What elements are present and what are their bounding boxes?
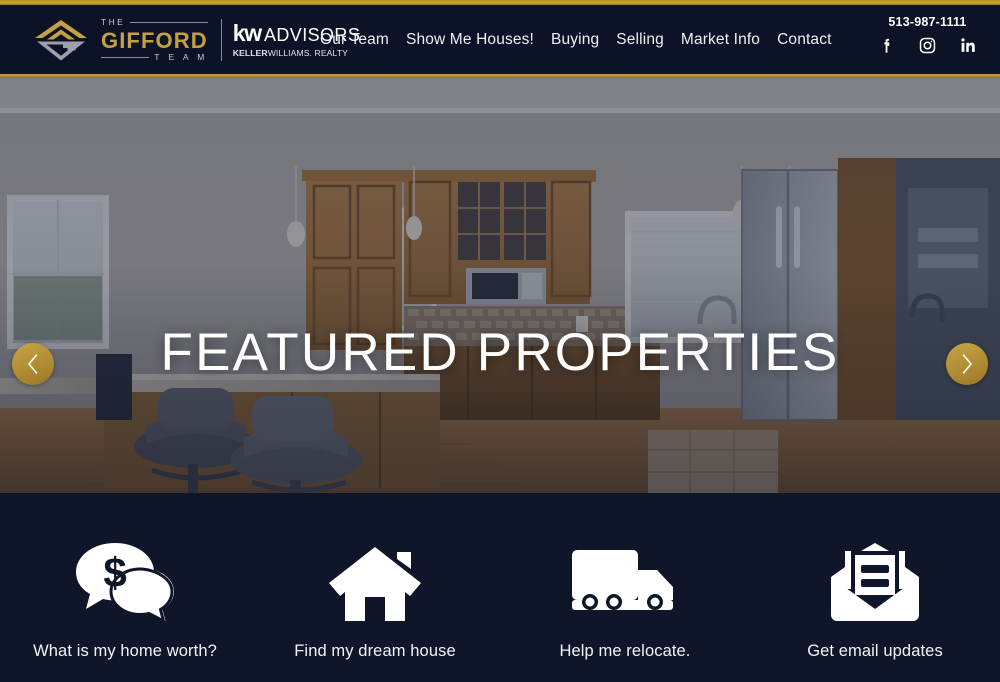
page-root: THE GIFFORD T E A M kw ADVISORS KELLERWI…	[0, 0, 1000, 682]
chevron-left-icon	[28, 354, 38, 374]
facebook-icon[interactable]	[877, 36, 896, 55]
site-logo[interactable]: THE GIFFORD T E A M kw ADVISORS KELLERWI…	[30, 13, 360, 67]
carousel-next-button[interactable]	[946, 343, 988, 385]
site-header: THE GIFFORD T E A M kw ADVISORS KELLERWI…	[0, 5, 1000, 74]
hero-carousel: FEATURED PROPERTIES	[0, 78, 1000, 493]
main-navigation: Our Team Show Me Houses! Buying Selling …	[320, 5, 832, 74]
logo-divider	[220, 19, 222, 61]
header-contact-block: 513-987-1111	[877, 15, 978, 55]
nav-item-our-team[interactable]: Our Team	[320, 31, 389, 49]
moving-truck-icon	[569, 537, 681, 629]
nav-item-buying[interactable]: Buying	[551, 31, 599, 49]
hero-dark-overlay	[0, 78, 1000, 493]
kw-subtitle-bold: KELLER	[232, 48, 268, 59]
phone-number[interactable]: 513-987-1111	[888, 15, 966, 29]
top-gold-accent-bar	[0, 0, 1000, 5]
feature-email-updates[interactable]: Get email updates	[750, 493, 1000, 682]
feature-label: Find my dream house	[294, 642, 456, 660]
feature-label: Get email updates	[807, 642, 943, 660]
nav-item-contact[interactable]: Contact	[777, 31, 831, 49]
nav-item-selling[interactable]: Selling	[616, 31, 664, 49]
feature-home-worth[interactable]: $ What is my home worth?	[0, 493, 250, 682]
feature-label: What is my home worth?	[33, 642, 217, 660]
hero-title: FEATURED PROPERTIES	[160, 323, 840, 382]
linkedin-icon[interactable]	[959, 36, 978, 55]
instagram-icon[interactable]	[918, 36, 937, 55]
open-envelope-icon	[827, 537, 923, 629]
nav-item-show-me-houses[interactable]: Show Me Houses!	[406, 31, 534, 49]
house-icon	[325, 537, 425, 629]
chat-dollar-icon: $	[73, 537, 177, 629]
kw-mark-text: kw	[232, 20, 263, 47]
feature-relocate[interactable]: Help me relocate.	[500, 493, 750, 682]
gifford-emblem-icon	[35, 20, 87, 61]
feature-label: Help me relocate.	[559, 642, 691, 660]
carousel-prev-button[interactable]	[12, 343, 54, 385]
chevron-right-icon	[962, 354, 972, 374]
header-gold-underline	[0, 74, 1000, 78]
logo-the-text: THE	[101, 17, 126, 28]
social-links	[877, 36, 978, 55]
logo-wordmark: THE GIFFORD T E A M	[101, 17, 208, 63]
logo-team-text: T E A M	[154, 52, 208, 63]
nav-item-market-info[interactable]: Market Info	[681, 31, 760, 49]
svg-text:$: $	[103, 549, 126, 596]
logo-rule	[130, 21, 208, 23]
quick-action-features: $ What is my home worth? Find my dream h…	[0, 493, 1000, 682]
feature-find-house[interactable]: Find my dream house	[250, 493, 500, 682]
logo-gifford-text: GIFFORD	[101, 27, 208, 53]
logo-team-rule	[101, 57, 150, 59]
